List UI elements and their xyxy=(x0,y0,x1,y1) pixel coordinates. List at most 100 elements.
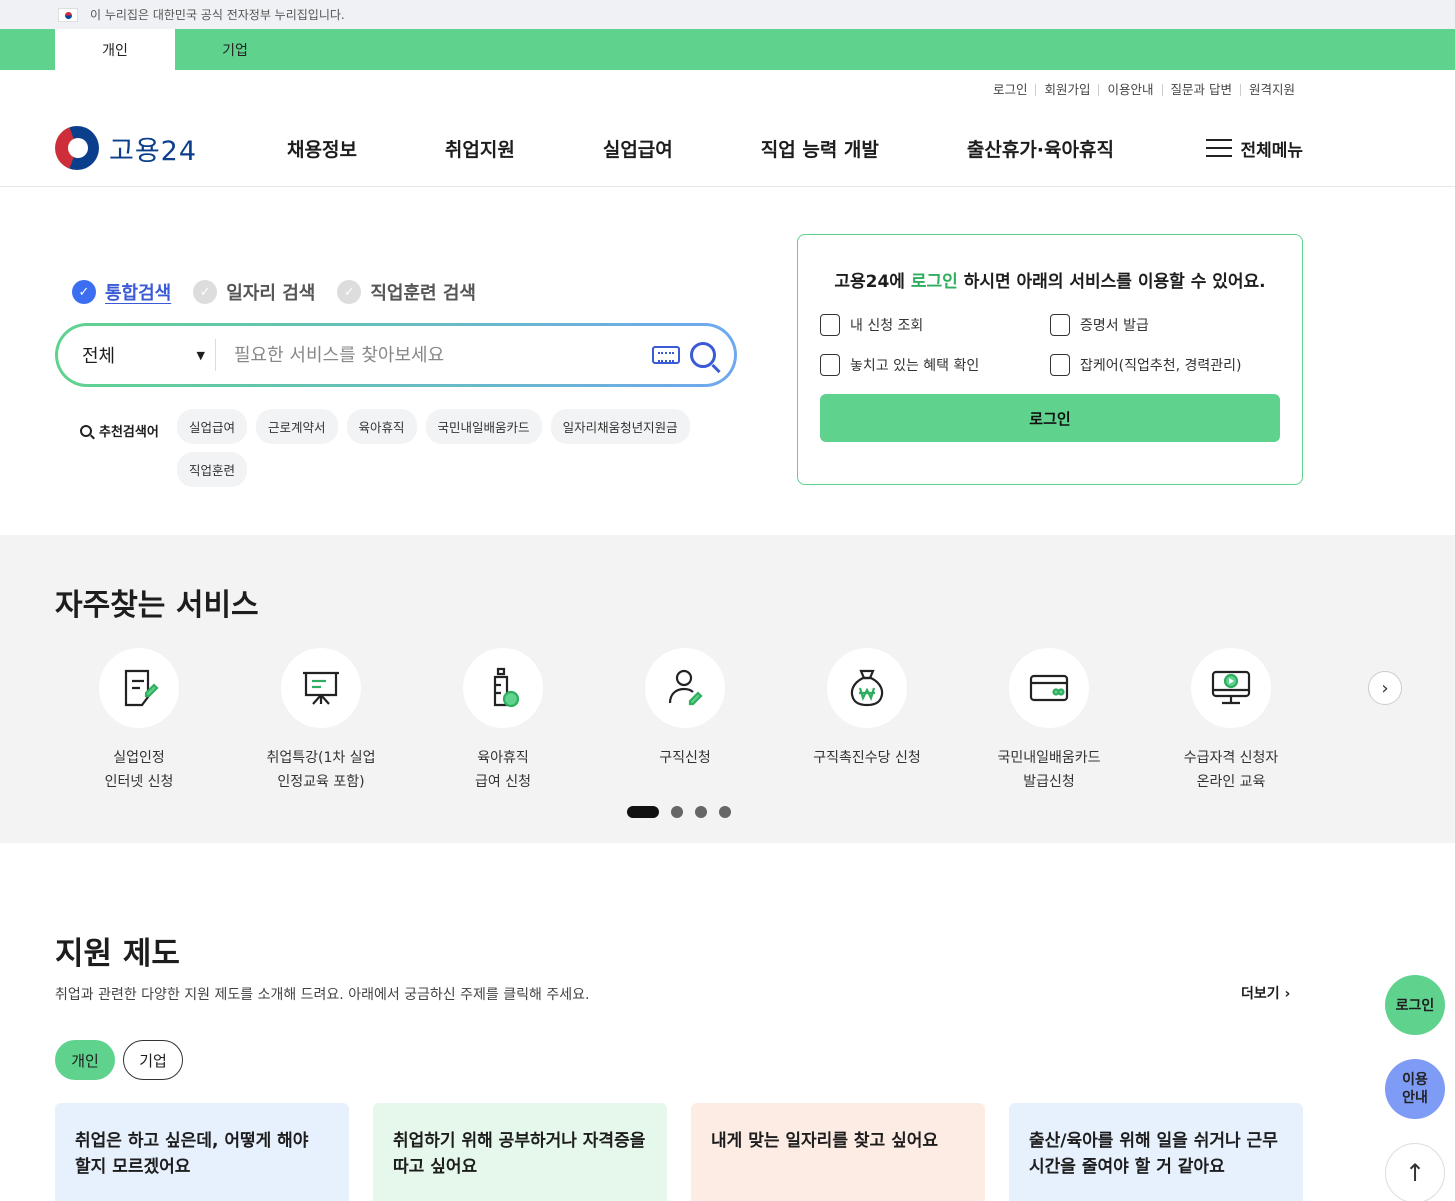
login-link[interactable]: 로그인 xyxy=(985,83,1036,96)
login-card: 고용24에 로그인 하시면 아래의 서비스를 이용할 수 있어요. 내 신청 조… xyxy=(797,234,1303,485)
search-box: 전체 ▼ xyxy=(55,323,737,387)
hero-section: ✓ 통합검색 ✓ 일자리 검색 ✓ 직업훈련 검색 전체 ▼ 추천검색어 실업급… xyxy=(0,187,1455,535)
tab-business[interactable]: 기업 xyxy=(123,1040,183,1080)
floating-login-button[interactable]: 로그인 xyxy=(1385,975,1445,1035)
login-benefit-item: 증명서 발급 xyxy=(1050,314,1280,336)
login-benefit-item: 놓치고 있는 혜택 확인 xyxy=(820,354,1050,376)
login-benefit-item: 잡케어(직업추천, 경력관리) xyxy=(1050,354,1280,376)
login-benefit-item: 내 신청 조회 xyxy=(820,314,1050,336)
support-section: 지원 제도 취업과 관련한 다양한 지원 제도를 소개해 드려요. 아래에서 궁… xyxy=(0,843,1455,1201)
utility-links: 로그인 회원가입 이용안내 질문과 답변 원격지원 xyxy=(0,70,1455,110)
all-menu-button[interactable]: 전체메뉴 xyxy=(1206,136,1303,161)
certificate-icon xyxy=(1050,314,1070,336)
support-card[interactable]: 취업하기 위해 공부하거나 자격증을 따고 싶어요 xyxy=(373,1103,667,1201)
login-button[interactable]: 로그인 xyxy=(820,394,1280,442)
checklist-icon xyxy=(820,314,840,336)
presentation-board-icon xyxy=(303,671,339,705)
section-title: 지원 제도 xyxy=(55,936,180,972)
carousel-dot[interactable] xyxy=(695,806,707,818)
caret-down-icon: ▼ xyxy=(196,348,205,362)
scroll-top-button[interactable]: ↑ xyxy=(1385,1143,1445,1201)
keyword-chip[interactable]: 직업훈련 xyxy=(177,452,248,487)
more-link[interactable]: 더보기 › xyxy=(1241,983,1290,1003)
logo-text: 고용24 xyxy=(109,135,198,167)
signup-link[interactable]: 회원가입 xyxy=(1035,83,1098,96)
person-pen-icon xyxy=(668,669,703,706)
tab-personal[interactable]: 개인 xyxy=(55,1040,115,1080)
remote-support-link[interactable]: 원격지원 xyxy=(1239,83,1303,96)
support-card[interactable]: 출산/육아를 위해 일을 쉬거나 근무시간을 줄여야 할 거 같아요 xyxy=(1009,1103,1303,1201)
support-card[interactable]: 내게 맞는 일자리를 찾고 싶어요 xyxy=(691,1103,985,1201)
nav-item-parental-leave[interactable]: 출산휴가·육아휴직 xyxy=(967,135,1114,162)
support-cards: 취업은 하고 싶은데, 어떻게 해야 할지 모르겠어요 취업하기 위해 공부하거… xyxy=(55,1103,1303,1201)
carousel-next-button[interactable]: › xyxy=(1368,671,1402,705)
tab-business[interactable]: 기업 xyxy=(175,29,295,70)
korea-flag-icon xyxy=(58,7,78,22)
logo[interactable]: 고용24 xyxy=(55,126,287,170)
search-scope-select[interactable]: 전체 ▼ xyxy=(82,339,216,371)
main-nav: 고용24 채용정보 취업지원 실업급여 직업 능력 개발 출산휴가·육아휴직 전… xyxy=(0,110,1455,187)
service-item[interactable]: 구직촉진수당 신청 xyxy=(776,648,958,794)
gov-banner-text: 이 누리집은 대한민국 공식 전자정부 누리집입니다. xyxy=(90,8,345,22)
section-description: 취업과 관련한 다양한 지원 제도를 소개해 드려요. 아래에서 궁금하신 주제… xyxy=(55,987,590,1003)
support-card[interactable]: 취업은 하고 싶은데, 어떻게 해야 할지 모르겠어요 xyxy=(55,1103,349,1201)
search-input[interactable] xyxy=(216,344,652,366)
document-pen-icon xyxy=(124,669,159,707)
check-circle-icon: ✓ xyxy=(193,280,218,304)
document-search-icon xyxy=(820,354,840,376)
service-item[interactable]: 구직신청 xyxy=(594,648,776,794)
frequent-services-section: 자주찾는 서비스 실업인정 인터넷 신청 취업특강(1차 실업 인정교육 포함)… xyxy=(0,535,1455,843)
carousel-dot[interactable] xyxy=(671,806,683,818)
service-list: 실업인정 인터넷 신청 취업특강(1차 실업 인정교육 포함) 육아휴직 급여 … xyxy=(48,648,1322,794)
taegeuk-logo-icon xyxy=(55,126,99,170)
keyword-chip[interactable]: 일자리채움청년지원금 xyxy=(550,409,690,444)
nav-item-jobs[interactable]: 채용정보 xyxy=(287,135,357,162)
arrow-up-icon: ↑ xyxy=(1404,1159,1426,1187)
check-circle-icon: ✓ xyxy=(337,280,362,304)
section-title: 자주찾는 서비스 xyxy=(55,588,259,623)
service-item[interactable]: 국민내일배움카드 발급신청 xyxy=(958,648,1140,794)
hamburger-icon xyxy=(1206,139,1233,157)
card-icon xyxy=(1029,674,1069,702)
service-item[interactable]: 수급자격 신청자 온라인 교육 xyxy=(1140,648,1322,794)
gov-banner: 이 누리집은 대한민국 공식 전자정부 누리집입니다. xyxy=(0,0,1455,29)
service-item[interactable]: 실업인정 인터넷 신청 xyxy=(48,648,230,794)
search-type-integrated[interactable]: ✓ 통합검색 xyxy=(72,279,171,305)
user-type-tabs: 개인 기업 xyxy=(0,29,1455,70)
search-type-jobs[interactable]: ✓ 일자리 검색 xyxy=(193,279,315,305)
chevron-right-icon: › xyxy=(1381,677,1389,699)
all-menu-label: 전체메뉴 xyxy=(1240,140,1303,161)
carousel-pagination xyxy=(627,806,731,818)
search-type-selector: ✓ 통합검색 ✓ 일자리 검색 ✓ 직업훈련 검색 xyxy=(72,279,476,305)
nav-item-employment-support[interactable]: 취업지원 xyxy=(445,135,515,162)
search-icon xyxy=(80,424,92,437)
clipboard-clock-icon xyxy=(1050,354,1070,376)
check-circle-icon: ✓ xyxy=(72,280,96,304)
login-card-title: 고용24에 로그인 하시면 아래의 서비스를 이용할 수 있어요. xyxy=(834,272,1266,292)
search-type-training[interactable]: ✓ 직업훈련 검색 xyxy=(337,279,476,305)
keyword-chip[interactable]: 근로계약서 xyxy=(256,409,338,444)
money-bag-icon xyxy=(850,669,884,707)
nav-item-skill-development[interactable]: 직업 능력 개발 xyxy=(761,135,879,162)
keyboard-icon[interactable] xyxy=(652,346,680,364)
service-item[interactable]: 육아휴직 급여 신청 xyxy=(412,648,594,794)
keyword-chip[interactable]: 실업급여 xyxy=(177,409,248,444)
recommended-label: 추천검색어 xyxy=(80,421,177,440)
search-icon[interactable] xyxy=(690,342,716,368)
tab-personal[interactable]: 개인 xyxy=(55,29,175,70)
baby-bottle-icon xyxy=(493,667,520,708)
monitor-play-icon xyxy=(1211,670,1251,705)
qna-link[interactable]: 질문과 답변 xyxy=(1161,83,1240,96)
nav-item-unemployment-benefit[interactable]: 실업급여 xyxy=(603,135,673,162)
support-tabs: 개인 기업 xyxy=(55,1040,183,1080)
guide-link[interactable]: 이용안내 xyxy=(1098,83,1161,96)
service-item[interactable]: 취업특강(1차 실업 인정교육 포함) xyxy=(230,648,412,794)
keyword-chip[interactable]: 국민내일배움카드 xyxy=(425,409,542,444)
nav-menu: 채용정보 취업지원 실업급여 직업 능력 개발 출산휴가·육아휴직 xyxy=(287,135,1206,162)
carousel-dot[interactable] xyxy=(627,806,659,818)
carousel-dot[interactable] xyxy=(719,806,731,818)
keyword-chip[interactable]: 육아휴직 xyxy=(346,409,417,444)
recommended-keywords: 추천검색어 실업급여 근로계약서 육아휴직 국민내일배움카드 일자리채움청년지원… xyxy=(80,409,720,495)
chevron-right-icon: › xyxy=(1284,986,1291,1002)
floating-guide-button[interactable]: 이용 안내 xyxy=(1385,1059,1445,1119)
